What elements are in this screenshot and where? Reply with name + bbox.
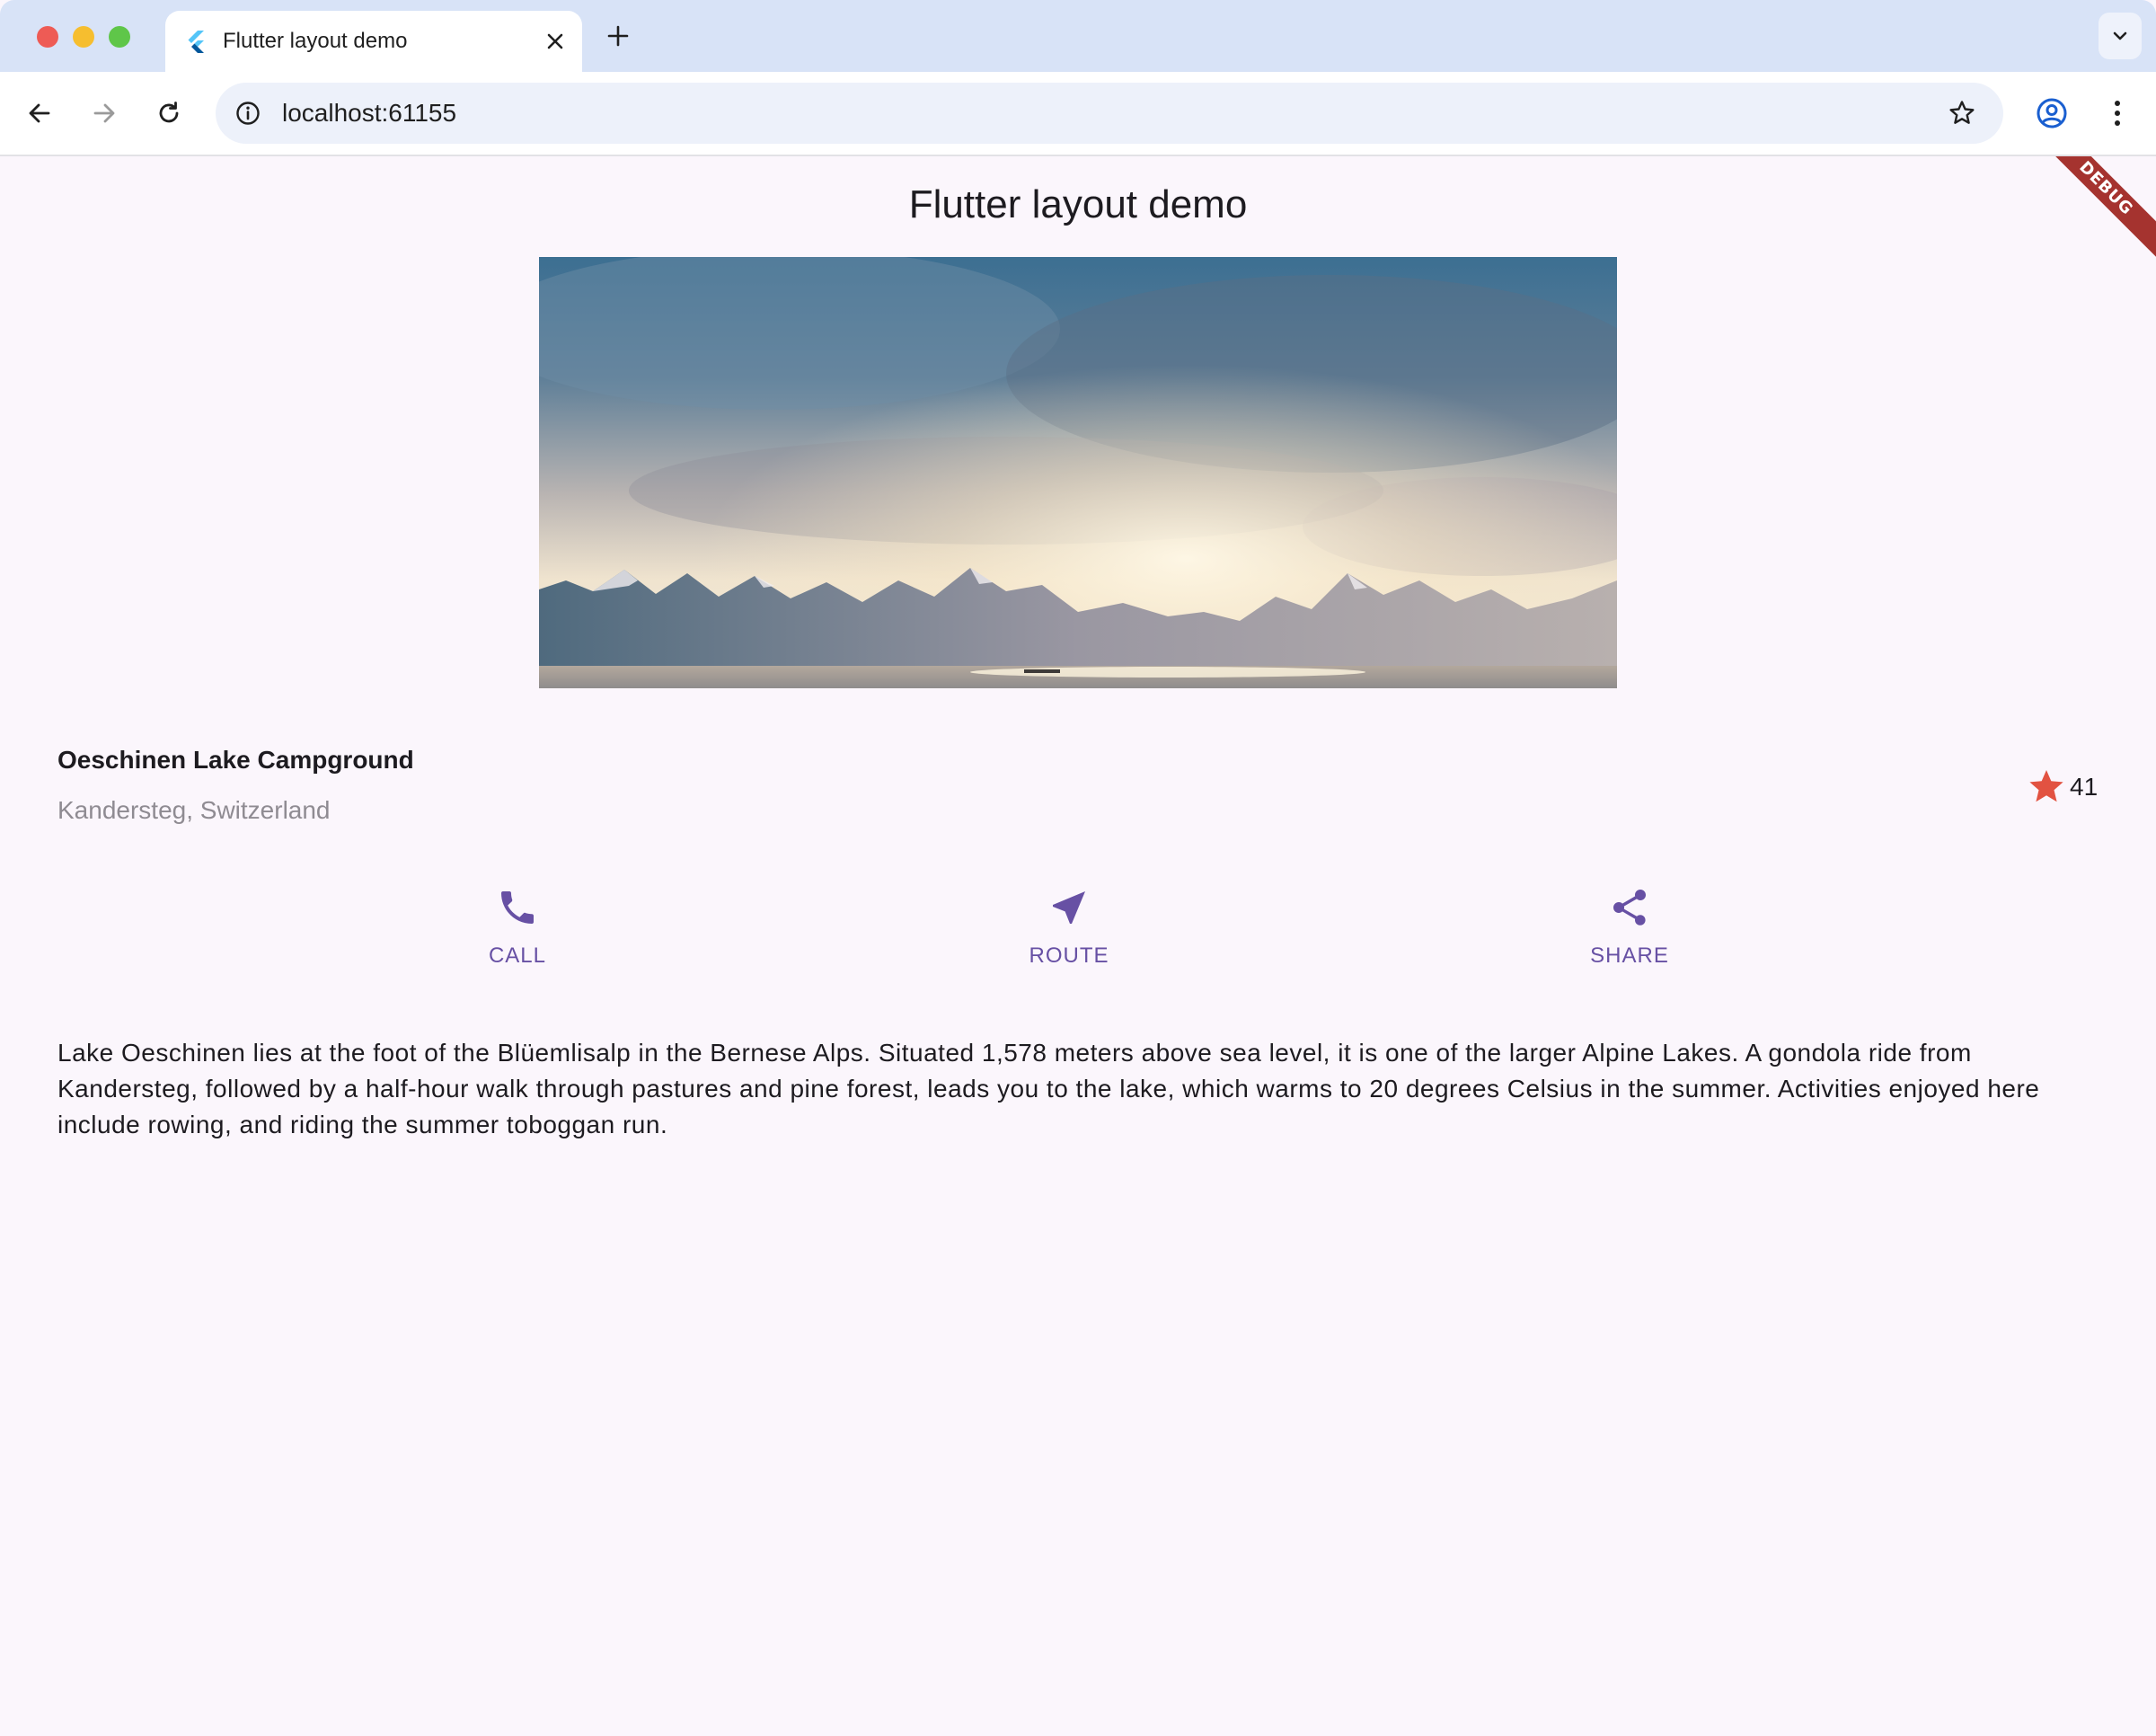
app-page: DEBUG Flutter layout demo Oeschinen Lake…: [0, 156, 2156, 1736]
new-tab-button[interactable]: [600, 18, 636, 54]
browser-toolbar: localhost:61155: [0, 72, 2156, 156]
favorite-rating[interactable]: 41: [2027, 767, 2098, 807]
browser-tab-strip: Flutter layout demo: [0, 0, 2156, 72]
call-label: CALL: [488, 943, 547, 968]
address-bar[interactable]: localhost:61155: [216, 83, 2003, 144]
info-icon: [236, 102, 260, 125]
call-button[interactable]: CALL: [428, 886, 607, 985]
tab-title: Flutter layout demo: [223, 29, 408, 53]
star-outline-icon: [1949, 101, 1975, 124]
close-icon: [547, 33, 563, 49]
chevron-down-icon: [2113, 31, 2127, 40]
url-text[interactable]: localhost:61155: [282, 83, 456, 144]
rating-count: 41: [2070, 773, 2099, 801]
share-button[interactable]: SHARE: [1540, 886, 1719, 985]
star-icon[interactable]: [2027, 767, 2066, 807]
minimize-window-button[interactable]: [73, 26, 94, 48]
browser-tab[interactable]: Flutter layout demo: [165, 11, 582, 72]
place-location: Kandersteg, Switzerland: [57, 796, 331, 824]
tab-search-button[interactable]: [2099, 13, 2142, 59]
reload-button[interactable]: [147, 92, 190, 135]
close-window-button[interactable]: [37, 26, 58, 48]
plus-icon: [607, 25, 629, 47]
bookmark-button[interactable]: [1946, 97, 1978, 129]
arrow-left-icon: [29, 103, 50, 123]
flutter-logo-icon: [188, 31, 204, 53]
site-info-button[interactable]: [232, 97, 264, 129]
phone-icon: [501, 891, 534, 924]
reload-icon: [159, 102, 179, 123]
browser-menu-button[interactable]: [2096, 92, 2139, 135]
arrow-right-icon: [93, 103, 115, 123]
place-name: Oeschinen Lake Campground: [57, 746, 414, 774]
lake-photo: [539, 257, 1617, 688]
profile-button[interactable]: [2030, 92, 2073, 135]
tab-close-button[interactable]: [539, 25, 571, 58]
forward-button[interactable]: [83, 92, 126, 135]
navigation-icon: [1053, 891, 1085, 924]
maximize-window-button[interactable]: [109, 26, 130, 48]
more-vertical-icon: [2115, 101, 2120, 126]
share-icon: [1613, 890, 1646, 926]
route-button[interactable]: ROUTE: [979, 886, 1159, 985]
place-description: Lake Oeschinen lies at the foot of the B…: [57, 1039, 2040, 1138]
back-button[interactable]: [18, 92, 61, 135]
account-circle-icon: [2037, 98, 2067, 128]
app-bar-title: Flutter layout demo: [908, 182, 1248, 226]
share-label: SHARE: [1590, 943, 1669, 968]
route-label: ROUTE: [1029, 943, 1109, 968]
